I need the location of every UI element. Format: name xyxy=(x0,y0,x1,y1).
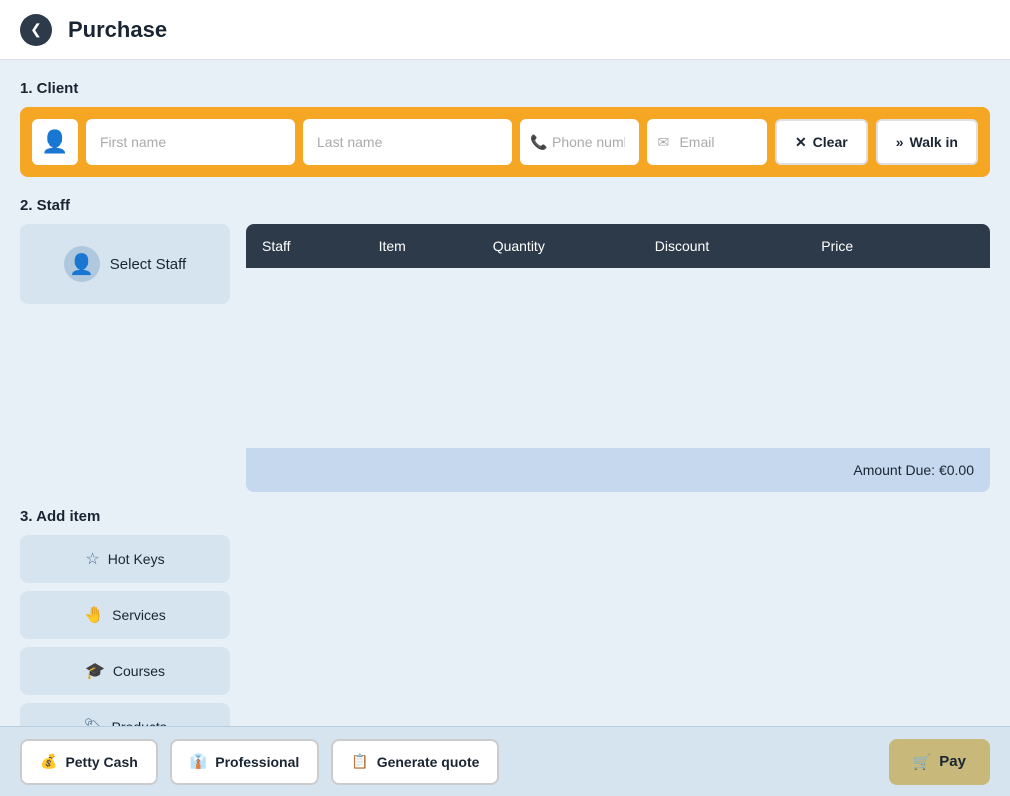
add-item-layout: ☆ Hot Keys 🤚 Services 🎓 Courses 🏷 Produc… xyxy=(20,535,990,726)
footer: 💰 Petty Cash 👔 Professional 📋 Generate q… xyxy=(0,726,1010,796)
empty-body xyxy=(246,535,990,726)
tag-icon: 🏷 xyxy=(83,717,103,726)
professional-button[interactable]: 👔 Professional xyxy=(170,739,319,785)
staff-person-icon: 👤 xyxy=(69,252,94,277)
pay-button[interactable]: 🛒 Pay xyxy=(889,739,990,785)
items-table: Staff Item Quantity Discount Price xyxy=(246,224,990,448)
walk-in-button[interactable]: » Walk in xyxy=(876,119,978,165)
add-item-section-label: 3. Add item xyxy=(20,508,990,525)
staff-table-container: Staff Item Quantity Discount Price xyxy=(246,224,990,492)
empty-row xyxy=(246,268,990,448)
petty-cash-button[interactable]: 💰 Petty Cash xyxy=(20,739,158,785)
services-button[interactable]: 🤚 Services xyxy=(20,591,230,639)
add-item-right-panel xyxy=(246,535,990,726)
generate-quote-icon: 📋 xyxy=(351,753,368,770)
page-title: Purchase xyxy=(68,17,167,43)
phone-input[interactable] xyxy=(520,119,639,165)
professional-icon: 👔 xyxy=(190,753,207,770)
star-icon: ☆ xyxy=(85,549,99,569)
main-content: 1. Client 👤 📞 ✉ ✕ Clear » Walk in xyxy=(0,60,1010,726)
phone-input-wrapper: 📞 xyxy=(520,119,639,165)
first-name-input[interactable] xyxy=(86,119,295,165)
client-section-label: 1. Client xyxy=(20,80,990,97)
hand-icon: 🤚 xyxy=(84,605,104,625)
col-staff: Staff xyxy=(246,224,363,268)
staff-layout: 👤 Select Staff Staff Item Quantity Disco… xyxy=(20,224,990,492)
back-icon: ❮ xyxy=(30,21,42,38)
col-item: Item xyxy=(363,224,477,268)
generate-quote-button[interactable]: 📋 Generate quote xyxy=(331,739,499,785)
walk-in-chevrons-icon: » xyxy=(896,134,904,150)
client-avatar-button[interactable]: 👤 xyxy=(32,119,78,165)
staff-avatar-icon: 👤 xyxy=(64,246,100,282)
col-price: Price xyxy=(805,224,928,268)
amount-due-row: Amount Due: €0.00 xyxy=(246,448,990,492)
clear-x-icon: ✕ xyxy=(795,134,807,151)
select-staff-button[interactable]: 👤 Select Staff xyxy=(20,224,230,304)
item-buttons-panel: ☆ Hot Keys 🤚 Services 🎓 Courses 🏷 Produc… xyxy=(20,535,230,726)
hot-keys-button[interactable]: ☆ Hot Keys xyxy=(20,535,230,583)
clear-button[interactable]: ✕ Clear xyxy=(775,119,868,165)
user-icon: 👤 xyxy=(41,129,68,155)
col-discount: Discount xyxy=(639,224,806,268)
petty-cash-icon: 💰 xyxy=(40,753,57,770)
email-input[interactable] xyxy=(647,119,766,165)
col-quantity: Quantity xyxy=(477,224,639,268)
products-button[interactable]: 🏷 Products xyxy=(20,703,230,726)
client-section: 1. Client 👤 📞 ✉ ✕ Clear » Walk in xyxy=(20,80,990,177)
last-name-input[interactable] xyxy=(303,119,512,165)
courses-button[interactable]: 🎓 Courses xyxy=(20,647,230,695)
staff-section-label: 2. Staff xyxy=(20,197,990,214)
staff-section: 2. Staff 👤 Select Staff Staff Item Q xyxy=(20,197,990,492)
header: ❮ Purchase xyxy=(0,0,1010,60)
staff-left-panel: 👤 Select Staff xyxy=(20,224,230,492)
client-bar: 👤 📞 ✉ ✕ Clear » Walk in xyxy=(20,107,990,177)
col-actions xyxy=(928,224,990,268)
grad-icon: 🎓 xyxy=(85,661,105,681)
cart-icon: 🛒 xyxy=(913,753,932,771)
back-button[interactable]: ❮ xyxy=(20,14,52,46)
email-input-wrapper: ✉ xyxy=(647,119,766,165)
add-item-section: 3. Add item ☆ Hot Keys 🤚 Services 🎓 Cour… xyxy=(20,508,990,726)
